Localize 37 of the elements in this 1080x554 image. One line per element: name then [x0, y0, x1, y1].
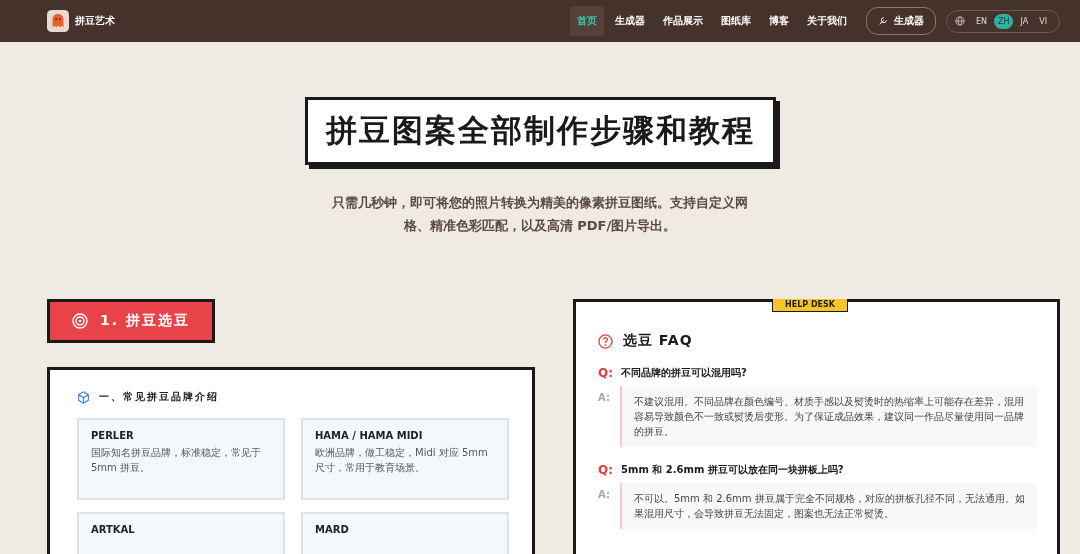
- question-label: Q:: [598, 463, 613, 477]
- brand-name: ARTKAL: [91, 524, 136, 535]
- question-label: Q:: [598, 366, 613, 380]
- brand-description: 国际知名拼豆品牌，标准稳定，常见于 5mm 拼豆。: [91, 446, 262, 475]
- brands-heading: 一、常见拼豆品牌介绍: [99, 390, 219, 404]
- question-text: 5mm 和 2.6mm 拼豆可以放在同一块拼板上吗?: [621, 463, 844, 477]
- question-text: 不同品牌的拼豆可以混用吗?: [621, 366, 747, 380]
- answer-label: A:: [598, 488, 611, 502]
- brand-name: PERLER: [91, 430, 135, 441]
- section-title: 1. 拼豆选豆: [100, 312, 190, 330]
- wrench-icon: [877, 16, 888, 26]
- brand-name: MARD: [315, 524, 350, 535]
- answer-text: 不可以。5mm 和 2.6mm 拼豆属于完全不同规格，对应的拼板孔径不同，无法通用。如果混用尺寸，会导致拼豆无法固定，图案也无法正常熨烫。: [620, 483, 1037, 529]
- nav-link[interactable]: 作品展示: [655, 6, 710, 36]
- cube-icon: [77, 390, 90, 404]
- site-name[interactable]: 拼豆艺术: [75, 14, 115, 28]
- language-option[interactable]: VI: [1035, 13, 1051, 29]
- help-icon: [598, 333, 613, 349]
- brand-description: 欧洲品牌，做工稳定，Midi 对应 5mm 尺寸，常用于教育场景。: [315, 446, 489, 475]
- generator-button[interactable]: 生成器: [865, 7, 936, 35]
- globe-icon: [954, 16, 965, 26]
- faq-title: 选豆 FAQ: [623, 332, 693, 350]
- nav-link[interactable]: 生成器: [607, 6, 652, 36]
- nav-link[interactable]: 图纸库: [713, 6, 758, 36]
- target-icon: [72, 313, 88, 329]
- language-option[interactable]: ZH: [993, 13, 1014, 29]
- nav-link[interactable]: 关于我们: [799, 6, 854, 36]
- nav-link[interactable]: 博客: [761, 6, 796, 36]
- help-desk-tag: HELP DESK: [772, 299, 848, 312]
- language-option[interactable]: JA: [1016, 13, 1033, 29]
- nav-link[interactable]: 首页: [569, 6, 604, 36]
- page-subtitle: 只需几秒钟，即可将您的照片转换为精美的像素拼豆图纸。支持自定义网格、精准色彩匹配，以及高清 PDF/图片导出。: [331, 194, 749, 235]
- ghost-logo-icon[interactable]: [47, 10, 69, 32]
- answer-label: A:: [598, 391, 611, 405]
- language-option[interactable]: EN: [971, 13, 991, 29]
- brand-name: HAMA / HAMA MIDI: [315, 430, 424, 441]
- answer-text: 不建议混用。不同品牌在颜色编号、材质手感以及熨烫时的热缩率上可能存在差异，混用容易导致颜色不一致或熨烫后变形。为了保证成品效果，建议同一作品尽量使用同一品牌的拼豆。: [620, 386, 1037, 447]
